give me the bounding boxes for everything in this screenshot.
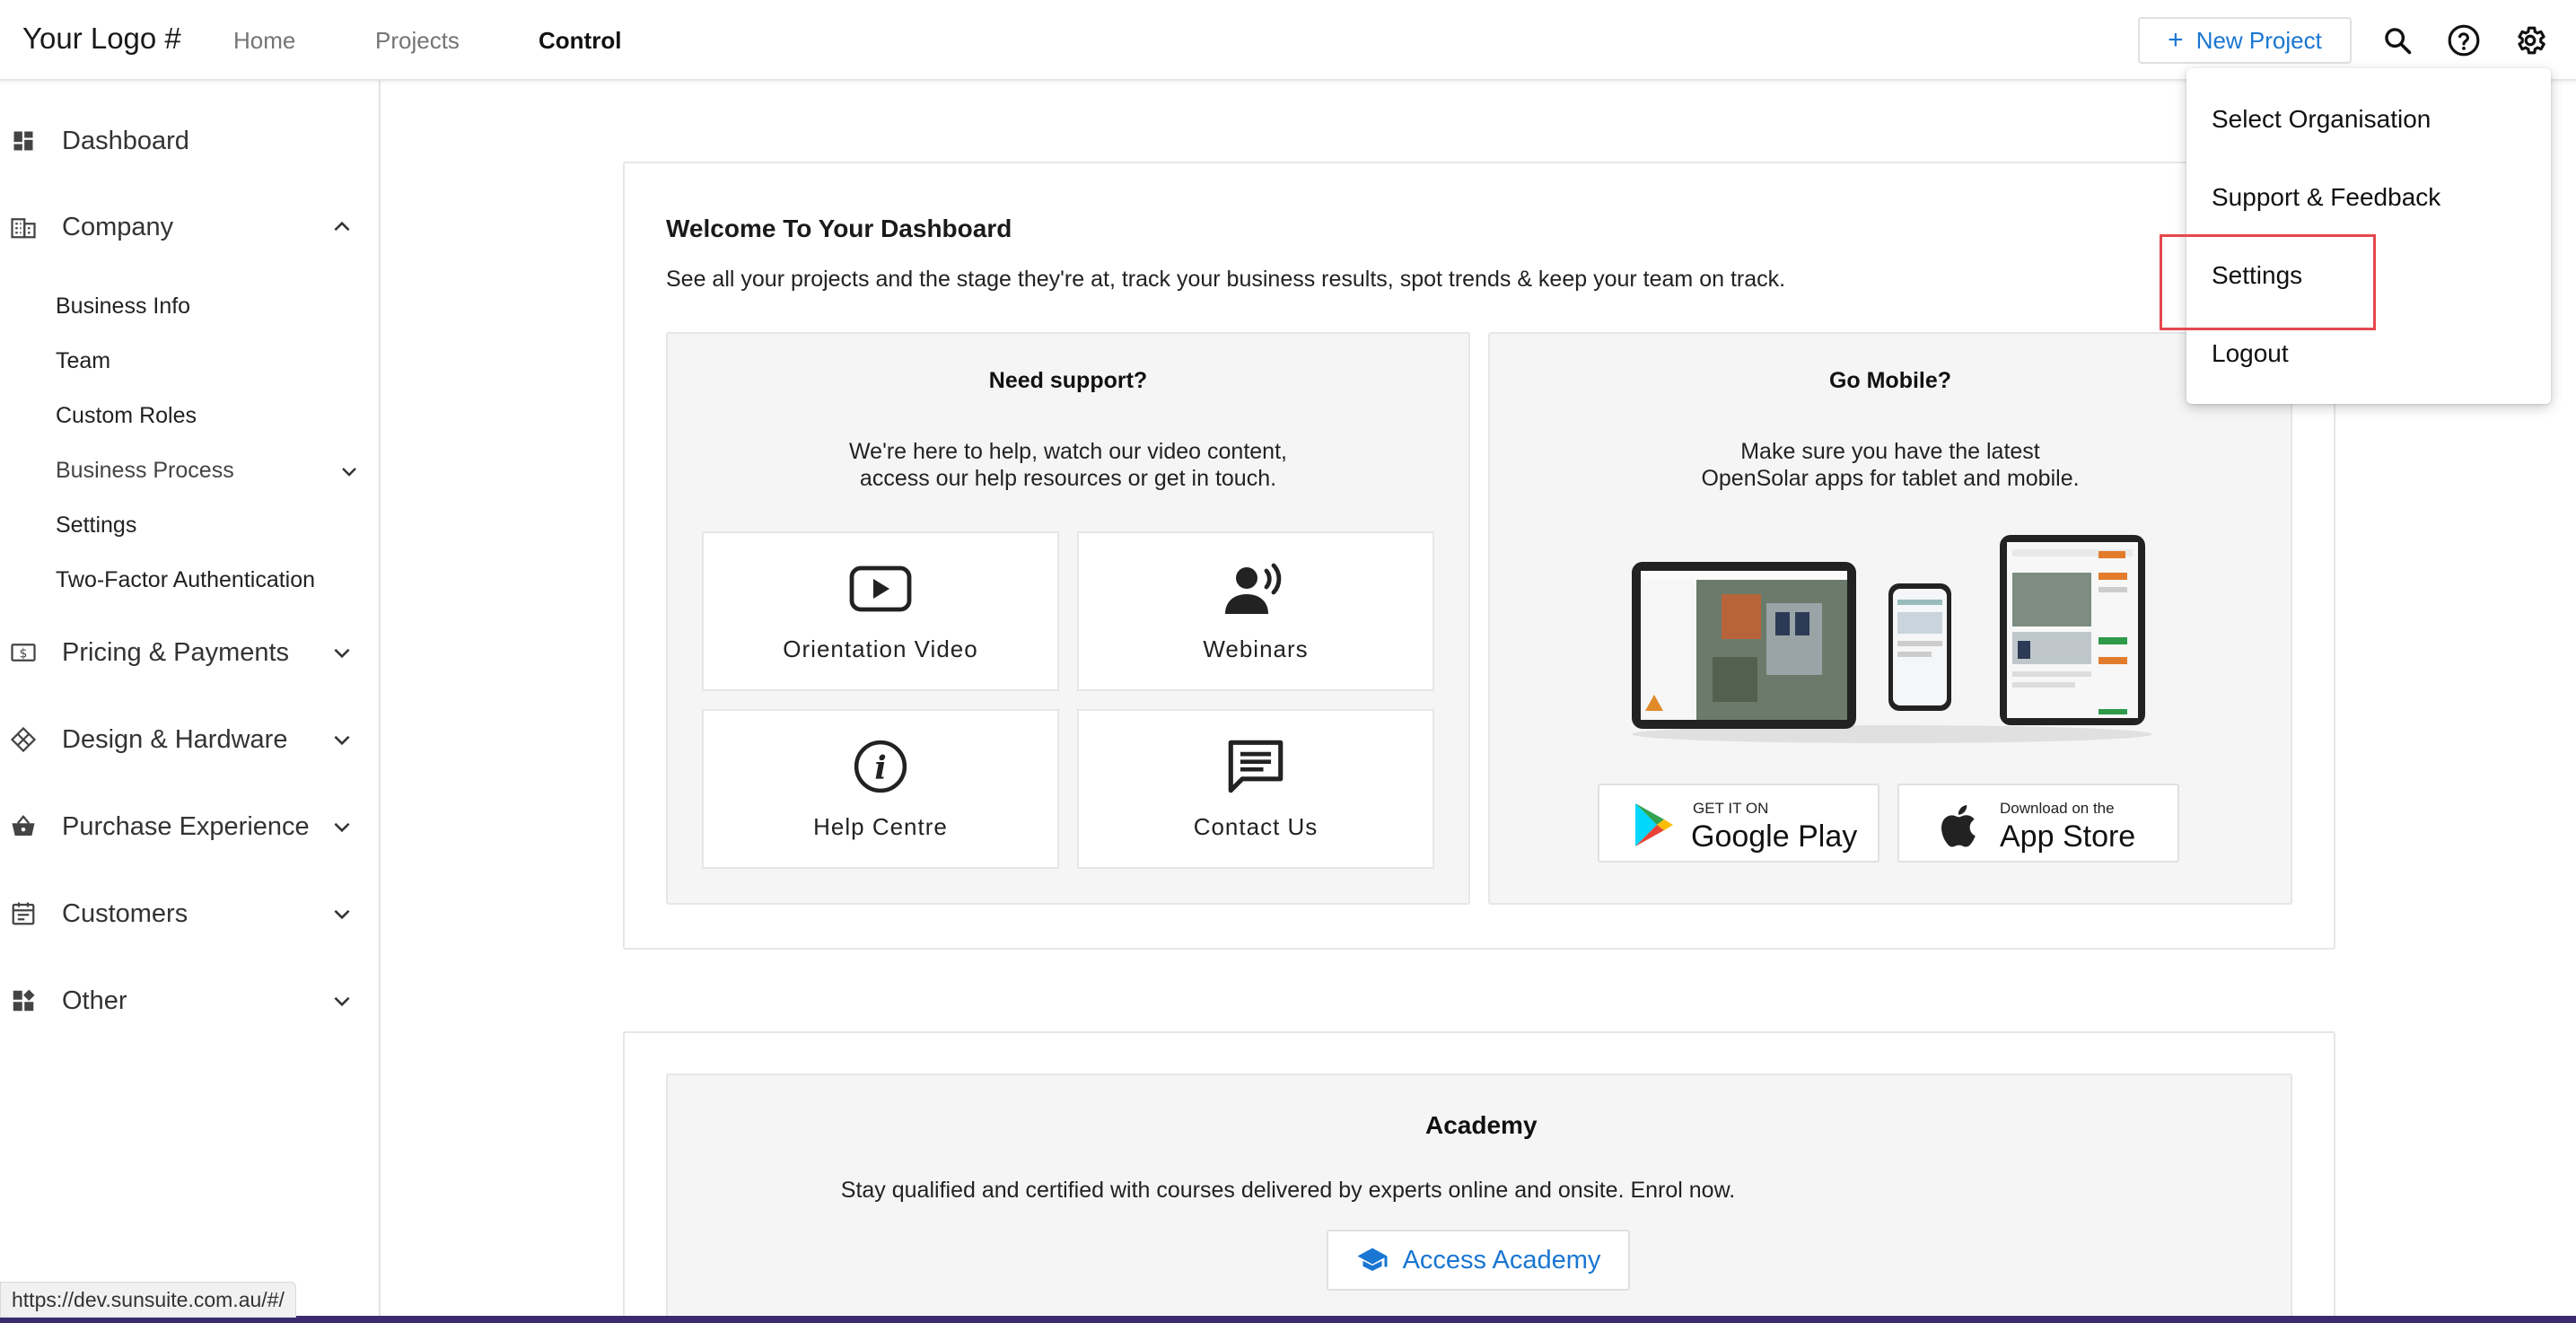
calendar-icon (9, 899, 38, 928)
chevron-up-icon[interactable] (327, 212, 357, 242)
logo[interactable]: Your Logo # (22, 22, 181, 56)
sidebar-item-label: Pricing & Payments (62, 637, 290, 667)
help-centre-tile[interactable]: i Help Centre (702, 709, 1059, 869)
webinars-tile[interactable]: Webinars (1077, 531, 1434, 691)
graduation-cap-icon (1357, 1248, 1388, 1271)
academy-text: Stay qualified and certified with course… (840, 1178, 1736, 1203)
widgets-icon (9, 986, 38, 1015)
support-text-line1: We're here to help, watch our video cont… (849, 439, 1287, 464)
menu-item-logout[interactable]: Logout (2212, 339, 2289, 368)
sidebar-item-label: Dashboard (62, 126, 189, 155)
sidebar-item-dashboard[interactable]: Dashboard (0, 114, 377, 168)
app-store-big: App Store (2000, 819, 2136, 854)
support-title: Need support? (988, 368, 1148, 393)
chevron-down-icon[interactable] (327, 724, 357, 755)
access-academy-button[interactable]: Access Academy (1327, 1230, 1630, 1291)
tile-label: Contact Us (1193, 813, 1319, 840)
sidebar (0, 81, 381, 1323)
apple-icon (1941, 805, 1976, 847)
sidebar-item-customers[interactable]: Customers (0, 887, 377, 941)
settings-highlight-box (2160, 234, 2376, 330)
gear-icon[interactable] (2510, 20, 2551, 61)
tile-label: Help Centre (813, 813, 948, 840)
sidebar-item-label: Company (62, 212, 174, 241)
chevron-down-icon[interactable] (327, 898, 357, 929)
svg-text:$: $ (20, 647, 28, 662)
orientation-video-tile[interactable]: Orientation Video (702, 531, 1059, 691)
sidebar-subitem-business-process[interactable]: Business Process (56, 458, 234, 484)
app-store-button[interactable]: Download on the App Store (1897, 784, 2179, 863)
welcome-title: Welcome To Your Dashboard (666, 215, 1012, 242)
sidebar-subitem-two-factor[interactable]: Two-Factor Authentication (56, 567, 315, 593)
sidebar-item-design-hardware[interactable]: Design & Hardware (0, 713, 377, 767)
sidebar-item-other[interactable]: Other (0, 974, 377, 1028)
google-play-small: GET IT ON (1693, 800, 1769, 817)
sidebar-item-label: Design & Hardware (62, 724, 288, 754)
building-icon (9, 213, 38, 241)
access-academy-label: Access Academy (1402, 1245, 1601, 1275)
search-icon[interactable] (2377, 20, 2418, 61)
new-project-button[interactable]: + New Project (2138, 17, 2352, 64)
menu-item-support-feedback[interactable]: Support & Feedback (2212, 183, 2440, 212)
welcome-subtitle: See all your projects and the stage they… (666, 267, 1786, 292)
sidebar-subitem-settings[interactable]: Settings (56, 513, 136, 539)
sidebar-item-purchase-experience[interactable]: Purchase Experience (0, 800, 377, 854)
help-icon[interactable] (2443, 20, 2484, 61)
tile-label: Orientation Video (783, 635, 978, 662)
contact-us-tile[interactable]: Contact Us (1077, 709, 1434, 869)
devices-illustration (1632, 535, 2152, 743)
google-play-button[interactable]: GET IT ON Google Play (1598, 784, 1879, 863)
support-text-line2: access our help resources or get in touc… (859, 466, 1277, 491)
info-icon: i (704, 738, 1057, 795)
bottom-edge (0, 1316, 2576, 1323)
chevron-down-icon[interactable] (327, 811, 357, 842)
sidebar-subitem-team[interactable]: Team (56, 348, 110, 374)
nav-home[interactable]: Home (233, 27, 295, 55)
status-url: https://dev.sunsuite.com.au/#/ (0, 1282, 296, 1318)
chevron-down-icon[interactable] (336, 458, 363, 485)
menu-item-select-organisation[interactable]: Select Organisation (2212, 105, 2431, 134)
tile-label: Webinars (1203, 635, 1309, 662)
chevron-down-icon[interactable] (327, 637, 357, 668)
nav-projects[interactable]: Projects (375, 27, 460, 55)
dashboard-icon (9, 127, 38, 155)
chat-icon (1079, 738, 1433, 795)
dollar-icon: $ (9, 638, 38, 667)
new-project-label: New Project (2195, 26, 2322, 54)
sidebar-item-label: Other (62, 986, 127, 1015)
sidebar-subitem-custom-roles[interactable]: Custom Roles (56, 403, 197, 429)
youtube-icon (704, 560, 1057, 618)
mobile-text-line1: Make sure you have the latest (1740, 439, 2040, 464)
google-play-big: Google Play (1691, 819, 1858, 854)
sidebar-item-label: Customers (62, 898, 188, 928)
app-store-small: Download on the (2000, 800, 2115, 817)
academy-title: Academy (1425, 1111, 1538, 1139)
svg-text:i: i (874, 749, 886, 786)
basket-icon (9, 812, 38, 841)
nav-control[interactable]: Control (539, 27, 621, 55)
grid-diamond-icon (9, 725, 38, 754)
speaker-person-icon (1079, 560, 1433, 618)
mobile-title: Go Mobile? (1828, 368, 1952, 393)
sidebar-item-pricing-payments[interactable]: $ Pricing & Payments (0, 626, 377, 679)
google-play-icon (1635, 803, 1673, 846)
chevron-down-icon[interactable] (327, 986, 357, 1016)
plus-icon: + (2168, 25, 2184, 55)
sidebar-item-label: Purchase Experience (62, 811, 310, 841)
mobile-text-line2: OpenSolar apps for tablet and mobile. (1701, 466, 2080, 491)
sidebar-subitem-business-info[interactable]: Business Info (56, 294, 190, 320)
sidebar-item-company[interactable]: Company (0, 200, 377, 254)
